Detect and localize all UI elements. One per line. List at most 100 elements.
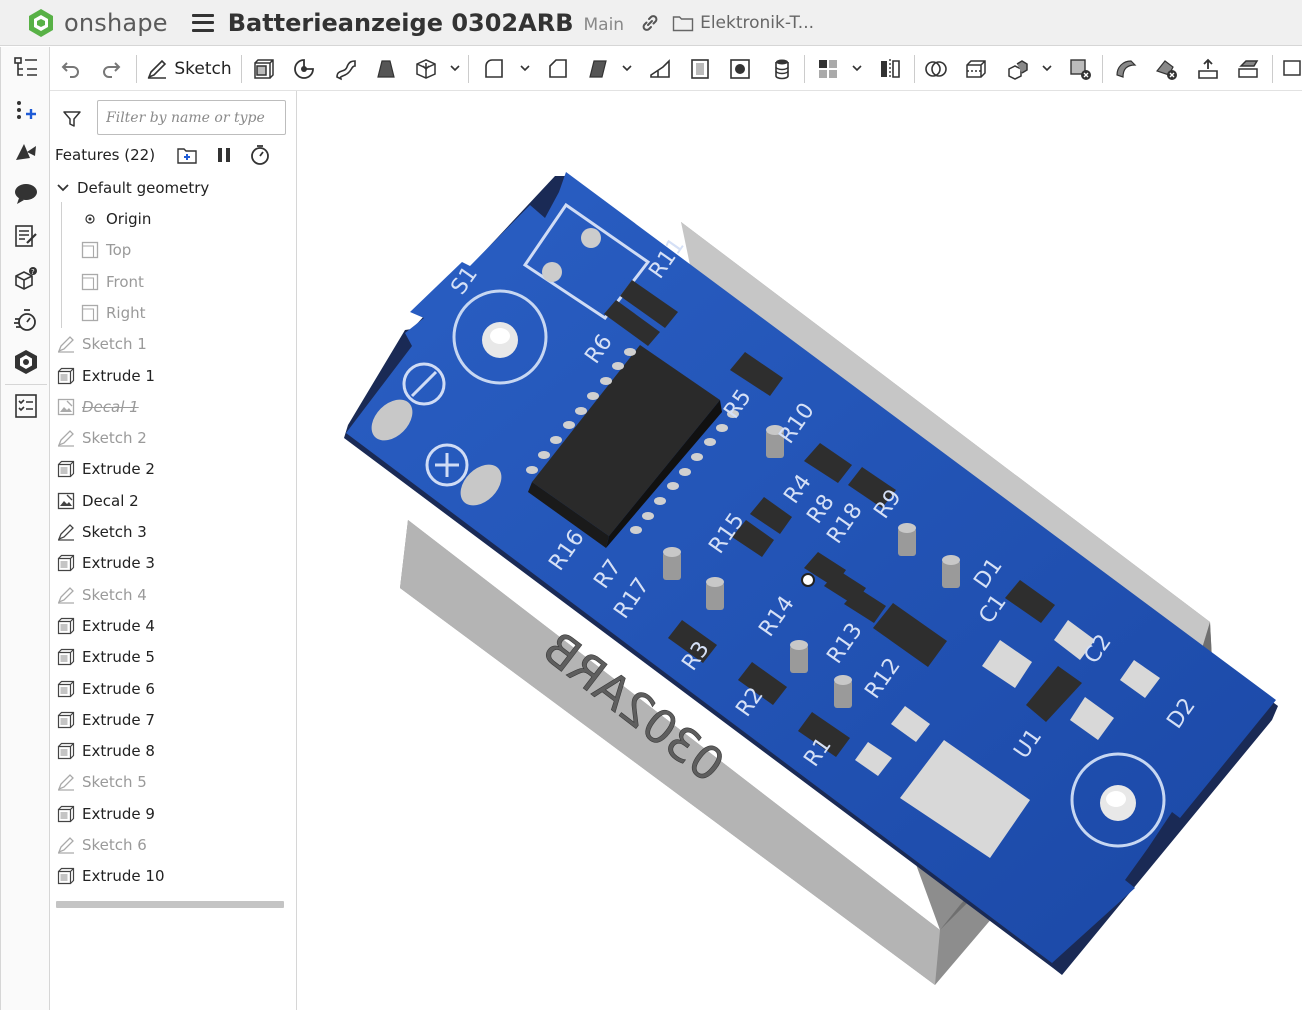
tree-item[interactable]: Extrude 4 <box>50 612 296 640</box>
boolean-icon[interactable] <box>922 55 950 83</box>
plane-icon <box>80 303 100 323</box>
decal-icon <box>56 397 76 417</box>
chamfer-icon[interactable] <box>544 55 572 83</box>
tree-item[interactable]: Decal 2 <box>50 487 296 515</box>
undo-icon[interactable] <box>58 55 84 83</box>
rollback-timer-icon[interactable] <box>249 144 271 166</box>
modify-fillet-icon[interactable] <box>1112 55 1140 83</box>
tree-item[interactable]: Sketch 2 <box>50 424 296 452</box>
tree-item-label: Sketch 1 <box>82 335 147 354</box>
tree-item[interactable]: Extrude 10 <box>50 862 296 890</box>
tree-item[interactable]: Front <box>50 268 296 296</box>
sketch-icon <box>147 59 167 79</box>
revolve-icon[interactable] <box>290 55 318 83</box>
tree-item[interactable]: Extrude 8 <box>50 737 296 765</box>
branch-label[interactable]: Main <box>583 15 624 35</box>
redo-icon[interactable] <box>98 55 124 83</box>
tree-item[interactable]: Extrude 3 <box>50 549 296 577</box>
menu-icon[interactable] <box>191 13 214 32</box>
notes-icon[interactable] <box>13 223 39 249</box>
thicken-icon[interactable] <box>412 55 440 83</box>
filter-icon[interactable] <box>62 109 82 129</box>
tree-item[interactable]: Extrude 2 <box>50 455 296 483</box>
rebuild-timer-icon[interactable] <box>13 307 39 333</box>
tree-item[interactable]: Sketch 1 <box>50 330 296 358</box>
folder-name: Elektronik-T... <box>700 12 815 33</box>
tree-item[interactable]: Extrude 6 <box>50 675 296 703</box>
move-face-icon[interactable] <box>1194 55 1222 83</box>
split-icon[interactable] <box>962 55 990 83</box>
plane-icon <box>80 240 100 260</box>
mirror-icon[interactable] <box>876 55 904 83</box>
sketch-button[interactable]: Sketch <box>146 55 232 83</box>
tree-item-label: Sketch 3 <box>82 523 147 541</box>
tree-item-label: Extrude 8 <box>82 742 155 761</box>
tree-item[interactable]: Origin <box>50 205 296 233</box>
feature-toolbar: Sketch <box>50 47 1302 91</box>
appearance-icon[interactable] <box>13 139 39 165</box>
tree-item[interactable]: Sketch 4 <box>50 581 296 609</box>
fillet-icon[interactable] <box>480 55 508 83</box>
delete-part-icon[interactable] <box>1066 55 1094 83</box>
chevron-down-icon[interactable] <box>622 63 632 73</box>
chevron-down-icon[interactable] <box>520 63 530 73</box>
sweep-icon[interactable] <box>332 55 360 83</box>
extrude-icon <box>56 647 76 667</box>
pattern-icon[interactable] <box>814 55 842 83</box>
replace-face-icon[interactable] <box>1234 55 1262 83</box>
tree-item-default-geometry[interactable]: Default geometry <box>50 174 296 202</box>
shell-icon[interactable] <box>686 55 714 83</box>
tree-item[interactable]: Extrude 1 <box>50 362 296 390</box>
transform-icon[interactable] <box>1004 55 1032 83</box>
tree-item[interactable]: Sketch 5 <box>50 768 296 796</box>
link-icon[interactable] <box>640 13 660 33</box>
checklist-icon[interactable] <box>13 393 39 419</box>
folder-icon <box>672 15 694 31</box>
chevron-down-icon[interactable] <box>852 63 862 73</box>
default-geometry-label: Default geometry <box>77 179 210 197</box>
hole-icon[interactable] <box>726 55 754 83</box>
mass-properties-icon[interactable]: ? <box>13 265 39 291</box>
feature-list-panel: Features (22) Default geometry Origin Top… <box>50 91 297 1010</box>
pcb-model-render[interactable]: 0302ARB S1 R11 R6 R5 R10 R4 R8 R18 R9 R1… <box>297 91 1302 1010</box>
chevron-down-icon[interactable] <box>450 63 460 73</box>
tree-item[interactable]: Sketch 6 <box>50 831 296 859</box>
tree-item-label: Extrude 9 <box>82 804 155 823</box>
rib-icon[interactable] <box>646 55 674 83</box>
tree-item-label: Top <box>106 241 132 260</box>
comments-icon[interactable] <box>13 181 39 207</box>
graphics-viewport[interactable]: 0302ARB S1 R11 R6 R5 R10 R4 R8 R18 R9 R1… <box>297 91 1302 1010</box>
extrude-icon <box>56 459 76 479</box>
tree-item-label: Right <box>106 303 146 322</box>
tree-item[interactable]: Extrude 7 <box>50 706 296 734</box>
add-folder-icon[interactable] <box>176 144 198 166</box>
document-title[interactable]: Batterieanzeige 0302ARB <box>228 9 574 37</box>
tree-item[interactable]: Extrude 5 <box>50 643 296 671</box>
folder-breadcrumb[interactable]: Elektronik-T... <box>672 13 814 33</box>
toolbar-separator <box>241 55 242 83</box>
tree-item[interactable]: Right <box>50 299 296 327</box>
tree-item[interactable]: Sketch 3 <box>50 518 296 546</box>
insert-part-icon[interactable] <box>13 98 39 124</box>
origin-marker <box>801 573 815 587</box>
chevron-down-icon[interactable] <box>53 178 73 198</box>
horizontal-scrollbar[interactable] <box>56 901 284 908</box>
chevron-down-icon[interactable] <box>1042 63 1052 73</box>
loft-icon[interactable] <box>372 55 400 83</box>
svg-text:?: ? <box>31 268 35 276</box>
extrude-icon <box>56 366 76 386</box>
tree-item[interactable]: Top <box>50 236 296 264</box>
draft-icon[interactable] <box>584 55 612 83</box>
tree-item[interactable]: Extrude 9 <box>50 800 296 828</box>
feature-list-icon[interactable] <box>13 55 39 81</box>
pause-icon[interactable] <box>213 144 235 166</box>
toolbar-separator <box>468 55 469 83</box>
delete-face-icon[interactable] <box>1152 55 1180 83</box>
plane-tool-icon[interactable] <box>1280 55 1302 83</box>
filter-input[interactable] <box>97 100 286 135</box>
onshape-logo[interactable]: onshape <box>26 0 168 46</box>
cylinder-icon[interactable] <box>768 55 796 83</box>
extrude-icon[interactable] <box>250 55 278 83</box>
tree-item[interactable]: Decal 1 <box>50 393 296 421</box>
onshape-app-store-icon[interactable] <box>13 349 39 375</box>
